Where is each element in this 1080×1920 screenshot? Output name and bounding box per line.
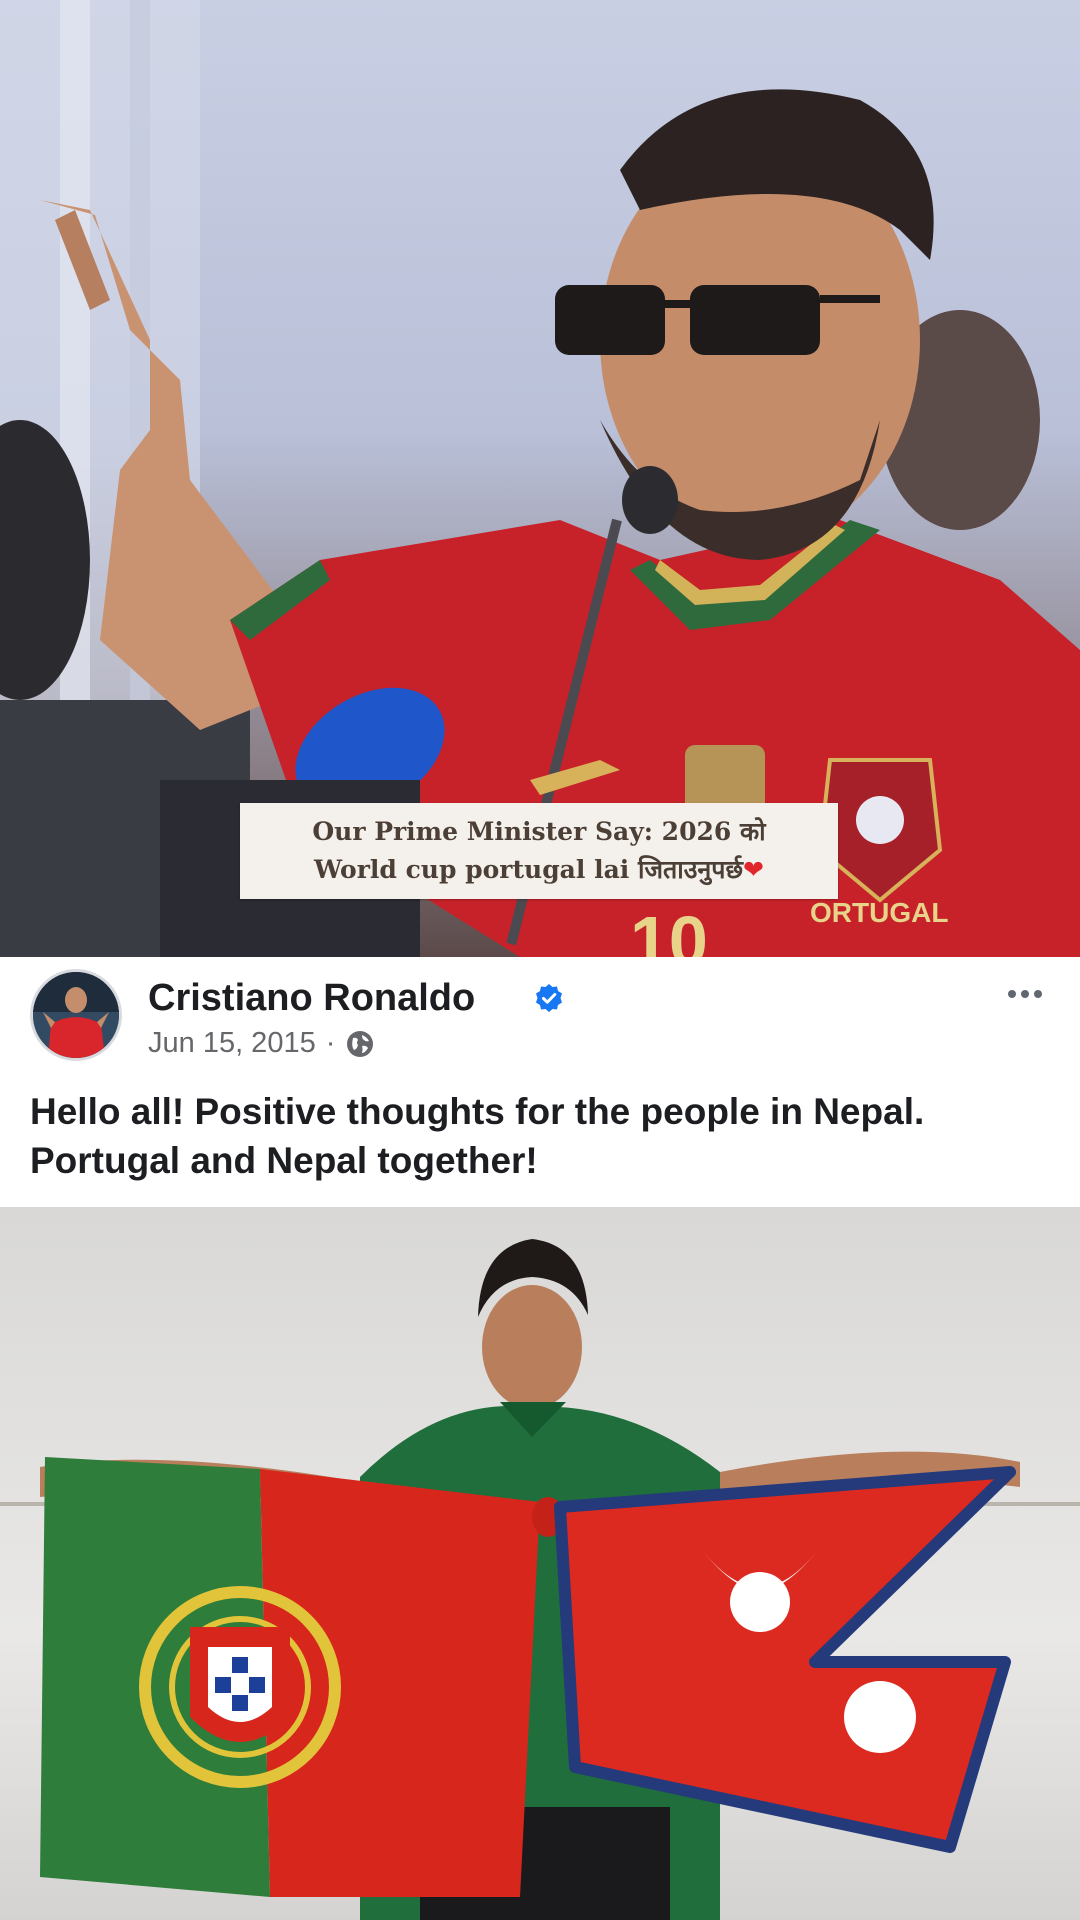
photo-caption: Our Prime Minister Say: 2026 को World cu…: [240, 803, 838, 899]
more-options-button[interactable]: [1000, 979, 1050, 1009]
post-text-line-2: Portugal and Nepal together!: [30, 1140, 538, 1181]
post-photo[interactable]: [0, 1207, 1080, 1920]
caption-line-2: World cup portugal lai जिताउनुपर्छ❤: [314, 851, 764, 889]
more-dot: [1021, 990, 1029, 998]
caption-line-1: Our Prime Minister Say: 2026 को: [312, 817, 766, 846]
post-text-line-1: Hello all! Positive thoughts for the peo…: [30, 1091, 925, 1132]
post-text: Hello all! Positive thoughts for the peo…: [30, 1087, 1050, 1185]
avatar-image: [33, 972, 119, 1058]
jersey-number: 10: [630, 902, 708, 957]
heart-icon: ❤: [743, 855, 764, 884]
post-card: Cristiano Ronaldo Jun 15, 2015 · Hello a…: [0, 957, 1080, 1207]
avatar[interactable]: [30, 969, 122, 1061]
more-dot: [1034, 990, 1042, 998]
jersey-text: ORTUGAL: [810, 897, 948, 928]
globe-icon: [347, 1030, 374, 1057]
verified-badge-icon: [536, 984, 562, 1012]
meta-separator: ·: [325, 1027, 336, 1059]
post-date[interactable]: Jun 15, 2015: [148, 1027, 316, 1060]
author-name[interactable]: Cristiano Ronaldo: [148, 977, 475, 1020]
flags-illustration: [0, 1239, 1080, 1920]
caption-line-2-text: World cup portugal lai जिताउनुपर्छ: [314, 855, 744, 884]
post-meta: Jun 15, 2015 ·: [148, 1027, 375, 1060]
top-photo: ORTUGAL 10 Our Prime Minister Say: 2026 …: [0, 0, 1080, 957]
more-dot: [1008, 990, 1016, 998]
